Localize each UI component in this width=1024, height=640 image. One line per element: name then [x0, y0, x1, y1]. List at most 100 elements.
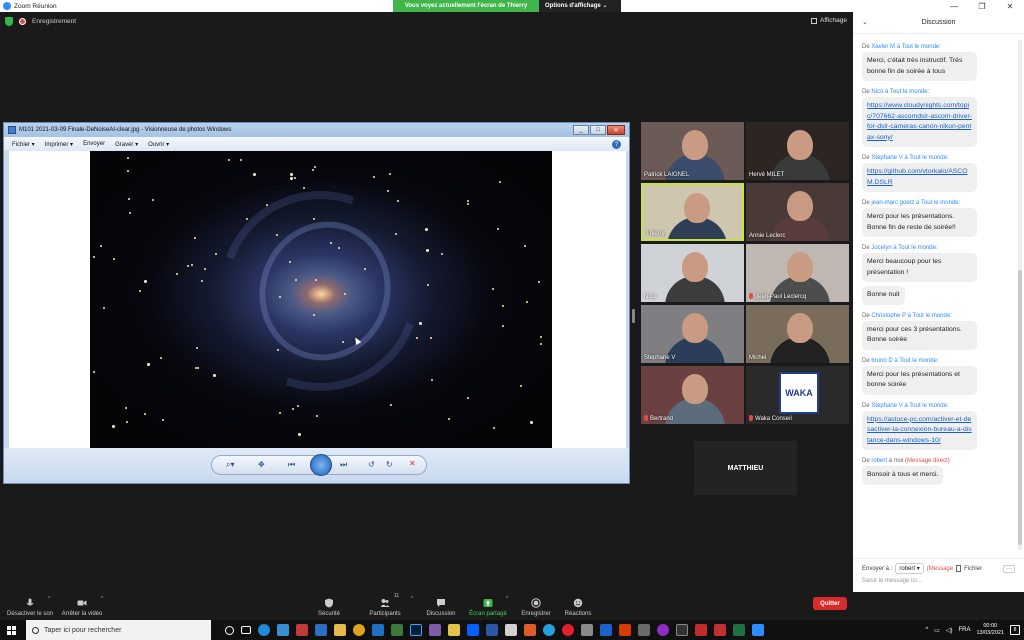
share-banner-message: Vous voyez actuellement l'écran de Thier… [393, 0, 539, 12]
chat-link[interactable]: https://github.com/vtorkalo/ASCOM.DSLR [862, 163, 977, 192]
app-icon[interactable] [524, 624, 536, 636]
chat-scrollbar[interactable] [1018, 40, 1022, 550]
edge-icon[interactable] [258, 624, 270, 636]
star [240, 159, 242, 161]
app-icon[interactable] [296, 624, 308, 636]
mute-options-caret[interactable]: ^ [48, 596, 50, 602]
maximize-icon[interactable]: ❐ [968, 0, 996, 12]
chevron-down-icon[interactable]: ⌄ [862, 18, 868, 26]
scrollbar-thumb[interactable] [1018, 270, 1022, 545]
zoom-icon[interactable]: ⌕▾ [226, 460, 235, 470]
dropbox-icon[interactable] [467, 624, 479, 636]
minimize-icon[interactable]: — [940, 0, 968, 12]
viewer-minimize-icon[interactable]: _ [573, 125, 589, 135]
participant-tile[interactable]: Stephane V [641, 305, 744, 363]
chat-button[interactable]: Discussion [425, 592, 457, 620]
app-icon[interactable] [391, 624, 403, 636]
security-button[interactable]: Sécurité [315, 592, 343, 620]
participant-tile[interactable]: Jean-Paul Leclercq [746, 244, 849, 302]
store-icon[interactable] [315, 624, 327, 636]
mute-button[interactable]: Désactiver le son [6, 592, 54, 620]
participant-tile[interactable]: Patrick LAIGNEL [641, 122, 744, 180]
menu-burn[interactable]: Graver ▾ [115, 141, 138, 148]
chrome-icon[interactable] [353, 624, 365, 636]
volume-icon[interactable]: ◁) [946, 627, 953, 634]
clock[interactable]: 00:00 13/03/2021 [976, 623, 1004, 637]
file-icon[interactable] [956, 565, 962, 572]
viewer-maximize-icon[interactable]: □ [590, 125, 606, 135]
app-icon[interactable] [695, 624, 707, 636]
view-options-button[interactable]: Options d'affichage ⌄ [539, 0, 621, 12]
task-view-icon[interactable] [241, 626, 251, 634]
app-icon[interactable] [581, 624, 593, 636]
app-icon[interactable] [600, 624, 612, 636]
cortana-icon[interactable] [225, 625, 234, 635]
file-explorer-icon[interactable] [334, 624, 346, 636]
chat-link[interactable]: https://www.cloudynights.com/topic/70766… [862, 97, 977, 147]
video-options-caret[interactable]: ^ [101, 596, 103, 602]
reactions-button[interactable]: Réactions [562, 592, 594, 620]
notifications-icon[interactable]: 8 [1010, 625, 1020, 635]
participant-name: Michel [749, 355, 767, 361]
photoshop-icon[interactable] [410, 624, 422, 636]
menu-print[interactable]: Imprimer ▾ [45, 141, 73, 148]
opera-icon[interactable] [562, 624, 574, 636]
rotate-right-icon[interactable]: ↻ [386, 460, 393, 469]
app-icon[interactable] [657, 624, 669, 636]
share-screen-button[interactable]: Écran partagé [469, 592, 507, 620]
app-icon[interactable] [714, 624, 726, 636]
rotate-left-icon[interactable]: ↺ [368, 460, 375, 469]
help-icon[interactable]: ? [612, 140, 621, 149]
participant-tile[interactable]: Bertrand [641, 366, 744, 424]
app-icon[interactable] [429, 624, 441, 636]
close-icon[interactable]: ✕ [996, 0, 1024, 12]
tray-expand-icon[interactable]: ^ [925, 627, 928, 633]
fit-icon[interactable]: ✥ [258, 460, 265, 469]
delete-icon[interactable]: ✕ [409, 459, 416, 468]
participant-tile[interactable]: Annie Leclerc [746, 183, 849, 241]
file-button[interactable]: Fichier [964, 566, 982, 572]
excel-icon[interactable] [733, 624, 745, 636]
quit-button[interactable]: Quitter [813, 597, 847, 610]
app-icon[interactable] [638, 624, 650, 636]
office-icon[interactable] [619, 624, 631, 636]
participants-options-caret[interactable]: ^ [411, 596, 413, 602]
participant-tile[interactable]: Hervé MILET [746, 122, 849, 180]
language-indicator[interactable]: FRA [958, 627, 970, 633]
app-icon[interactable] [486, 624, 498, 636]
previous-icon[interactable]: ⏮ [288, 460, 295, 470]
app-icon[interactable] [676, 624, 688, 636]
menu-file[interactable]: Fichier ▾ [12, 141, 35, 148]
mail-icon[interactable] [372, 624, 384, 636]
more-options-button[interactable]: ··· [1003, 564, 1015, 573]
network-icon[interactable]: ▭ [934, 627, 940, 634]
taskbar-search[interactable]: Taper ici pour rechercher [26, 620, 211, 640]
next-icon[interactable]: ⏭ [340, 460, 347, 470]
message-input[interactable]: Saisir le message ici... [853, 578, 1024, 584]
view-button[interactable]: Affichage [811, 17, 847, 24]
share-options-caret[interactable]: ^ [506, 596, 508, 602]
zoom-taskbar-icon[interactable] [752, 624, 764, 636]
galaxy-photo [90, 151, 552, 449]
windows-start-icon[interactable] [0, 620, 22, 640]
participant-tile[interactable]: Michel [746, 305, 849, 363]
recipient-select[interactable]: robert ▾ [895, 563, 924, 574]
chat-link[interactable]: https://astuce-pc.com/activer-et-desacti… [862, 410, 977, 450]
menu-send[interactable]: Envoyer [83, 141, 105, 147]
app-icon[interactable] [505, 624, 517, 636]
encryption-shield-icon[interactable] [5, 17, 13, 26]
menu-open[interactable]: Ouvrir ▾ [148, 141, 169, 148]
splitter-handle[interactable] [632, 309, 635, 323]
record-button[interactable]: Enregistrer [519, 592, 553, 620]
app-icon[interactable] [277, 624, 289, 636]
participant-tile[interactable]: Thierry [641, 183, 744, 241]
app-icon[interactable] [448, 624, 460, 636]
participant-tile[interactable]: WAKA Waka Conseil [746, 366, 849, 424]
participant-tile[interactable]: Nico [641, 244, 744, 302]
app-icon[interactable] [543, 624, 555, 636]
participant-no-video[interactable]: MATTHIEU [694, 441, 797, 495]
slideshow-button[interactable] [310, 454, 332, 476]
video-button[interactable]: Arrêter la vidéo [62, 592, 102, 620]
window-controls: — ❐ ✕ [940, 0, 1024, 12]
viewer-close-icon[interactable]: ✕ [607, 125, 625, 135]
